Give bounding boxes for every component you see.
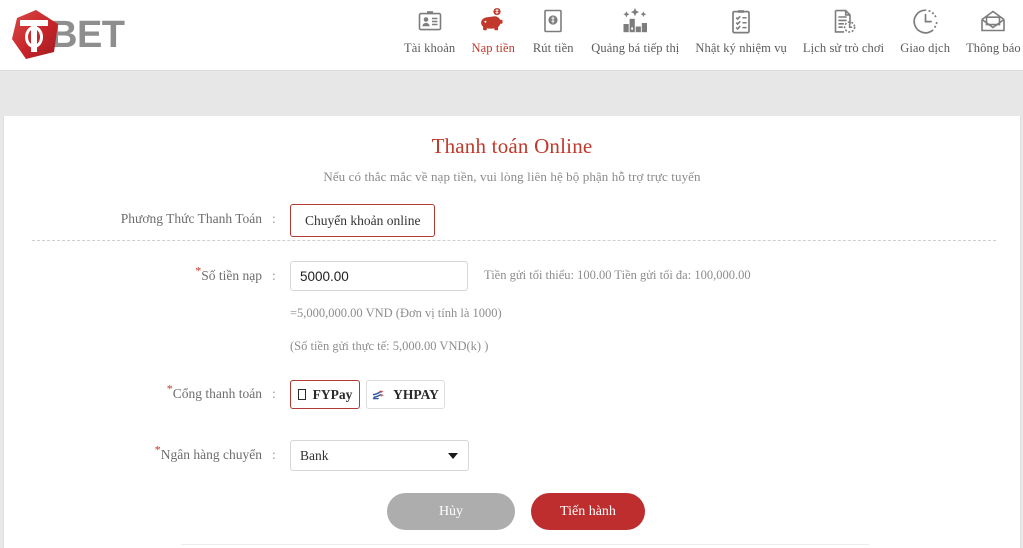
nav-item-giao-dich[interactable]: Giao dịch — [892, 4, 958, 56]
bank-select[interactable]: Bank — [290, 440, 469, 471]
amount-input[interactable] — [290, 261, 468, 291]
colon: : — [272, 386, 276, 401]
envelope-icon — [979, 6, 1007, 36]
gateway-option-fypay[interactable]: FYPay — [290, 380, 360, 409]
nav-label: Thông báo — [966, 41, 1021, 55]
gateway-option-label: FYPay — [312, 386, 353, 402]
gateway-label: *Cổng thanh toán — [4, 383, 262, 402]
gateway-option-label: YHPAY — [393, 386, 439, 402]
yhpay-logo-icon — [372, 388, 387, 401]
nav-label: Nhật ký nhiệm vụ — [695, 41, 787, 55]
megaphone-bar-icon — [620, 6, 650, 36]
bank-select-value: Bank — [300, 448, 329, 463]
chevron-down-icon — [448, 453, 458, 459]
amount-limits-hint: Tiền gửi tối thiểu: 100.00 Tiền gửi tối … — [484, 268, 751, 282]
nav-label: Lịch sử trò chơi — [802, 41, 885, 55]
gateway-option-yhpay[interactable]: YHPAY — [366, 380, 445, 409]
clipboard-icon — [729, 6, 753, 36]
submit-button-label: Tiến hành — [560, 503, 616, 519]
nav-item-nhat-ky-nhiem-vu[interactable]: Nhật ký nhiệm vụ — [687, 4, 795, 56]
nav-label: Tài khoản — [404, 41, 456, 55]
page-spacer-band — [0, 71, 1023, 116]
payment-method-button-label: Chuyển khoản online — [305, 212, 421, 228]
nav-item-rut-tien[interactable]: Rút tiền — [523, 4, 583, 56]
colon: : — [272, 447, 276, 462]
nav-label: Rút tiền — [532, 41, 574, 55]
site-header: BET Tài khoản Nạp tiền Rút tiền Quảng bá… — [0, 0, 1023, 71]
diamond-t-logo-icon — [8, 7, 64, 63]
brand-logo[interactable]: BET — [8, 6, 208, 64]
nav-item-tai-khoan[interactable]: Tài khoản — [396, 4, 463, 56]
colon: : — [272, 211, 276, 226]
nav-item-thong-bao[interactable]: Thông báo — [958, 4, 1023, 56]
clock-icon — [912, 6, 939, 36]
section-divider — [32, 240, 996, 241]
amount-label: *Số tiền nạp — [4, 265, 262, 284]
missing-glyph-box-icon — [297, 389, 306, 400]
nav-item-lich-su-tro-choi[interactable]: Lịch sử trò chơi — [795, 4, 892, 56]
nav-item-nap-tien[interactable]: Nạp tiền — [463, 4, 523, 56]
nav-label: Giao dịch — [900, 41, 951, 55]
actual-amount-text: (Số tiền gửi thực tế: 5,000.00 VND(k) ) — [290, 339, 489, 353]
bank-label-text: Ngân hàng chuyển — [160, 447, 262, 462]
amount-label-text: Số tiền nạp — [201, 268, 262, 283]
nav-item-quang-ba-tiep-thi[interactable]: Quảng bá tiếp thị — [583, 4, 687, 56]
main-navigation: Tài khoản Nạp tiền Rút tiền Quảng bá tiế… — [396, 4, 1023, 66]
id-card-icon — [417, 6, 443, 36]
cancel-button[interactable]: Hủy — [387, 493, 515, 530]
bottom-divider — [181, 544, 869, 545]
nav-label: Quảng bá tiếp thị — [591, 41, 680, 55]
document-clock-icon — [831, 6, 857, 36]
page-subtitle: Nếu có thắc mắc về nạp tiền, vui lòng li… — [323, 169, 701, 184]
page-title: Thanh toán Online — [431, 134, 593, 158]
payment-method-button[interactable]: Chuyển khoản online — [290, 204, 436, 237]
colon: : — [272, 268, 276, 283]
bank-label: *Ngân hàng chuyển — [4, 444, 262, 463]
banknote-icon — [541, 6, 565, 36]
nav-label: Nạp tiền — [471, 41, 515, 55]
converted-amount-text: =5,000,000.00 VND (Đơn vị tính là 1000) — [290, 306, 502, 320]
payment-method-label: Phương Thức Thanh Toán — [120, 211, 262, 226]
piggy-bank-icon — [479, 6, 507, 36]
submit-button[interactable]: Tiến hành — [531, 493, 645, 530]
payment-card: Thanh toán Online Nếu có thắc mắc về nạp… — [3, 116, 1021, 548]
cancel-button-label: Hủy — [438, 503, 464, 519]
gateway-label-text: Cổng thanh toán — [172, 386, 262, 401]
